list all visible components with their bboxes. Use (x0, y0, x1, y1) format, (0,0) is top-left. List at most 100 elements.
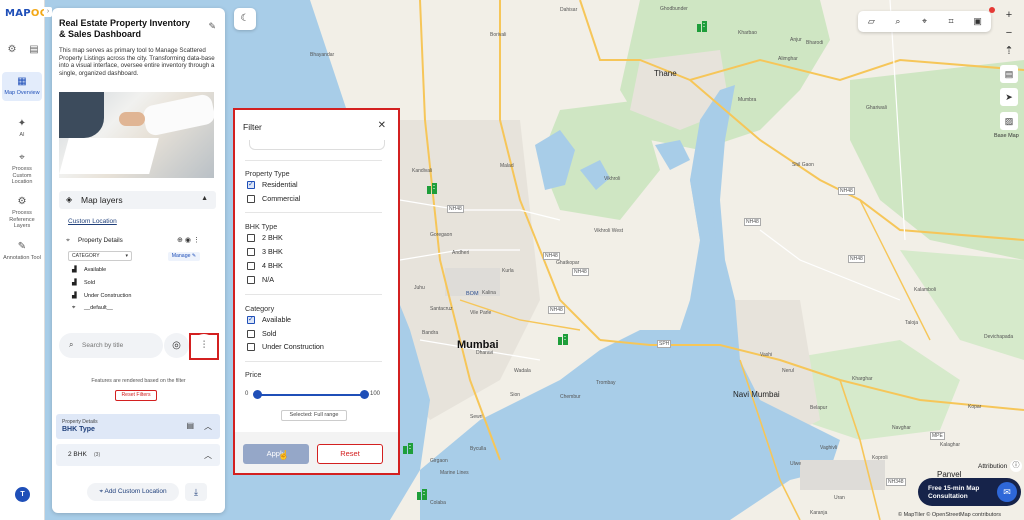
property-marker[interactable] (402, 442, 414, 454)
chevron-up-icon[interactable]: ︿ (204, 450, 212, 461)
place-label: Vaghivli (820, 445, 838, 451)
manage-button[interactable]: Manage ✎ (168, 252, 200, 261)
road-badge: NH48 (543, 252, 560, 260)
rail-item-annotation-tool[interactable]: ✎ Annotation Tool (2, 241, 42, 262)
filter-button[interactable]: ⫶ (192, 334, 216, 358)
filter-dialog: Filter ✕ Property Type Residential Comme… (233, 108, 400, 475)
legend-item-under-construction: ▟ Under Construction (72, 293, 132, 299)
place-label: Bhayandar (310, 52, 335, 58)
search-icon[interactable]: ⌕ (891, 16, 905, 27)
chevron-up-icon[interactable]: ︿ (204, 421, 212, 432)
zoom-in-icon[interactable]: + (1000, 6, 1018, 24)
property-marker[interactable] (426, 182, 438, 194)
rail-item-map-overview[interactable]: ▦ Map Overview (2, 72, 42, 101)
property-marker[interactable] (416, 488, 428, 500)
bhk-group-row[interactable]: 2 BHK (3) ︿ (56, 444, 220, 466)
place-label: Bandra (422, 330, 439, 336)
apply-button[interactable]: Apply (243, 444, 309, 464)
layer-actions: ⊕◉⋮ (177, 236, 202, 244)
avatar[interactable]: T (15, 487, 30, 502)
place-label: Dahisar (560, 7, 578, 13)
settings-icon[interactable]: ⚙ (6, 44, 18, 56)
info-icon[interactable]: ⓘ (1010, 460, 1022, 472)
place-label: Anjur (790, 37, 802, 43)
download-button[interactable]: ⤓ (185, 483, 207, 501)
price-slider-min-handle[interactable] (252, 390, 262, 399)
print-map-button[interactable]: ▤ (1000, 65, 1018, 83)
city-label: Thane (654, 69, 677, 78)
chevron-up-icon[interactable]: ▲ (201, 195, 208, 202)
map-view-icon[interactable]: ▱ (864, 16, 878, 27)
zoom-to-layer-icon[interactable]: ⊕ (177, 237, 185, 244)
property-marker[interactable] (557, 333, 569, 345)
reset-filters-button[interactable]: Reset Filters (115, 390, 157, 401)
building-icon: ▟ (72, 267, 77, 273)
place-label: Santacruz (430, 306, 453, 312)
copyright-text: © MapTiler © OpenStreetMap contributors (898, 512, 1001, 518)
panel-collapse-icon[interactable]: › (44, 7, 52, 17)
pin-icon: ⌖ (66, 237, 70, 244)
mouse-cursor-icon: ☝ (278, 450, 290, 460)
category-select[interactable]: CATEGORY ▾ (68, 251, 132, 261)
road-badge: NH48 (572, 268, 589, 276)
measure-icon[interactable]: ⌗ (944, 16, 958, 27)
pin-icon: ⌖ (72, 305, 76, 311)
property-marker[interactable] (696, 20, 708, 32)
property-photo (59, 92, 214, 178)
mapog-logo[interactable]: MAPOG (5, 8, 48, 19)
compass-icon[interactable]: ⇡ (1000, 42, 1018, 60)
download-icon: ⤓ (194, 487, 198, 497)
place-label: Navghar (892, 425, 911, 431)
place-label: Kandivali (412, 168, 433, 174)
price-slider-max-handle[interactable] (359, 390, 369, 399)
print-icon[interactable]: ▣ (971, 16, 985, 27)
place-label: Trombay (596, 380, 616, 386)
rail-item-process-custom-location[interactable]: ⌖ Process Custom Location (2, 152, 42, 186)
reset-button[interactable]: Reset (317, 444, 383, 464)
location-marker-icon[interactable]: ⌖ (917, 16, 931, 27)
legend-item-sold: ▟ Sold (72, 280, 96, 286)
place-label: Kalaghar (940, 442, 961, 448)
attribution-label[interactable]: Attribution (978, 463, 1007, 470)
place-label: Ghatkopar (556, 260, 580, 266)
dark-mode-toggle[interactable]: ☾ (234, 8, 256, 30)
moon-icon: ☾ (240, 13, 250, 24)
chat-icon[interactable]: ▤ (28, 44, 40, 56)
filter-group-price: Price (245, 370, 262, 379)
rail-item-process-reference-layers[interactable]: ⚙ Process Reference Layers (2, 196, 42, 230)
airport-label: BOM (466, 291, 479, 297)
map-layers-header[interactable]: ◈ Map layers ▲ (59, 191, 216, 209)
price-min-label: 0 (245, 391, 249, 397)
close-icon[interactable]: ✕ (378, 120, 386, 131)
place-label: Koproli (872, 455, 888, 461)
zoom-out-icon[interactable]: − (1000, 24, 1018, 42)
road-badge: SPH (657, 340, 672, 348)
zoom-controls: + − ⇡ (1000, 6, 1018, 60)
more-vertical-icon[interactable]: ⋮ (193, 237, 202, 244)
place-label: Goregaon (430, 232, 453, 238)
place-label: Colaba (430, 500, 446, 506)
place-label: Kalamboli (914, 287, 936, 293)
edit-pencil-icon[interactable]: ✎ (208, 21, 216, 32)
custom-location-link[interactable]: Custom Location (68, 218, 117, 225)
add-custom-location-button[interactable]: ⌖ Add Custom Location (87, 483, 179, 501)
table-icon[interactable]: ▤ (186, 421, 194, 430)
place-label: Malad (500, 163, 514, 169)
map-pin-icon: ◎ (172, 340, 181, 351)
place-label: Belapur (810, 405, 828, 411)
legend-item-available: ▟ Available (72, 267, 107, 273)
place-label: Shil Gaon (792, 162, 814, 168)
navigate-button[interactable]: ➤ (1000, 88, 1018, 106)
price-slider-track[interactable] (257, 394, 364, 396)
place-label: Marine Lines (440, 470, 469, 476)
visibility-eye-icon[interactable]: ◉ (185, 237, 193, 244)
rail-item-ai[interactable]: ✦ AI (2, 118, 42, 139)
divider (245, 160, 382, 161)
property-details-card[interactable]: Property Details BHK Type ▤ ︿ (56, 414, 220, 439)
place-label: Uran (834, 495, 845, 501)
base-map-button[interactable]: ▨ (1000, 112, 1018, 130)
consultation-button[interactable]: Free 15-min Map Consultation ✉ (918, 478, 1021, 506)
location-filter-button[interactable]: ◎ (164, 333, 189, 358)
search-input[interactable] (82, 338, 157, 353)
divider (245, 361, 382, 362)
